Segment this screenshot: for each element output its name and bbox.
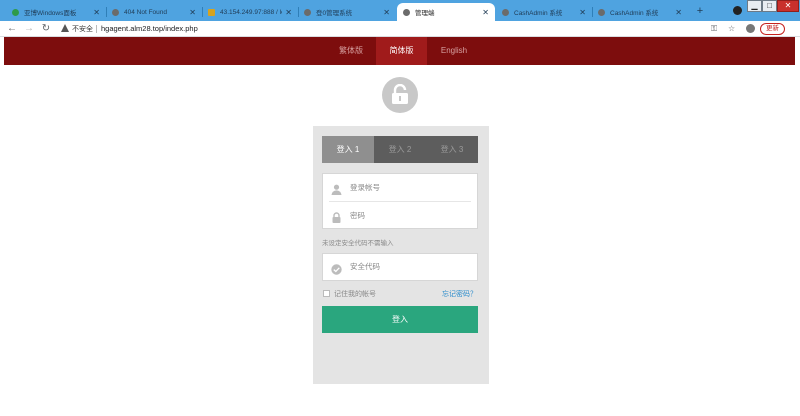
tab-login-3[interactable]: 登入 3 <box>426 136 478 163</box>
browser-tab[interactable]: CashAdmin 系统 ✕ <box>496 3 592 21</box>
close-tab-icon[interactable]: ✕ <box>189 8 196 17</box>
language-bar: 繁体版 简体版 English <box>4 37 795 65</box>
forgot-password-link[interactable]: 忘记密码？ <box>442 289 477 299</box>
update-button[interactable]: 更新 <box>760 23 785 35</box>
page-viewport: 繁体版 简体版 English 登入 1 登入 2 登入 3 登录帐号 密码 未… <box>4 37 795 416</box>
account-placeholder: 登录帐号 <box>350 183 380 192</box>
unlock-icon <box>382 77 418 113</box>
security-label[interactable]: 不安全 <box>72 24 93 34</box>
check-circle-icon <box>331 262 342 280</box>
browser-tab-strip: 亚博Windows面板 ✕ 404 Not Found ✕ 43.154.249… <box>0 0 800 21</box>
browser-tab[interactable]: CashAdmin 系统 ✕ <box>592 3 688 21</box>
warning-icon[interactable] <box>61 24 69 32</box>
globe-icon <box>403 8 410 16</box>
close-tab-icon[interactable]: ✕ <box>579 8 586 17</box>
browser-tab-title: 管理端 <box>415 10 435 17</box>
globe-icon <box>304 8 311 16</box>
star-icon[interactable]: ☆ <box>728 23 735 35</box>
browser-toolbar: ← → ↻ 不安全 hgagent.alm28.top/index.php ⚿ … <box>0 21 800 37</box>
globe-icon <box>502 8 509 16</box>
browser-tab[interactable]: 登0管理系统 ✕ <box>298 3 396 21</box>
remember-label[interactable]: 记住我的帐号 <box>334 289 376 299</box>
browser-tab-title: 登0管理系统 <box>316 10 353 17</box>
close-window-button[interactable]: ✕ <box>777 0 799 12</box>
user-icon <box>331 182 342 200</box>
login-panel: 登入 1 登入 2 登入 3 登录帐号 密码 未设定安全代码不需输入 安全代码 … <box>313 126 489 384</box>
password-placeholder: 密码 <box>350 211 365 220</box>
remember-checkbox[interactable] <box>323 290 330 297</box>
login-button[interactable]: 登入 <box>322 306 478 333</box>
language-simplified[interactable]: 简体版 <box>376 37 427 65</box>
security-code-placeholder: 安全代码 <box>350 262 380 271</box>
tab-login-2[interactable]: 登入 2 <box>374 136 426 163</box>
reload-icon[interactable]: ↻ <box>40 22 52 35</box>
lock-icon <box>331 210 342 228</box>
globe-icon <box>598 8 605 16</box>
globe-icon <box>112 8 119 16</box>
browser-tab[interactable]: 亚博Windows面板 ✕ <box>6 3 106 21</box>
close-tab-icon[interactable]: ✕ <box>482 8 489 17</box>
browser-tab-active[interactable]: 管理端 ✕ <box>397 3 495 21</box>
close-tab-icon[interactable]: ✕ <box>93 8 100 17</box>
minimize-button[interactable]: ▁ <box>747 0 762 12</box>
restore-button[interactable]: □ <box>762 0 777 12</box>
key-icon[interactable]: ⚿ <box>711 23 717 35</box>
security-code-field[interactable]: 安全代码 <box>322 253 478 281</box>
language-traditional[interactable]: 繁体版 <box>326 37 376 65</box>
shield-icon <box>12 8 19 16</box>
language-english[interactable]: English <box>431 37 477 65</box>
address-bar[interactable]: hgagent.alm28.top/index.php <box>101 24 198 33</box>
close-tab-icon[interactable]: ✕ <box>285 8 292 17</box>
browser-tab-title: CashAdmin 系统 <box>610 10 659 17</box>
browser-tab[interactable]: 43.154.249.97:888 / lo... ✕ <box>202 3 298 21</box>
close-tab-icon[interactable]: ✕ <box>675 8 682 17</box>
password-field[interactable]: 密码 <box>323 202 477 229</box>
close-tab-icon[interactable]: ✕ <box>383 8 390 17</box>
server-icon <box>208 8 215 16</box>
tab-login-1[interactable]: 登入 1 <box>322 136 374 163</box>
extension-icon[interactable] <box>733 6 742 15</box>
browser-tab-title: 404 Not Found <box>124 8 168 16</box>
new-tab-button[interactable]: + <box>694 4 706 18</box>
browser-tab-title: 亚博Windows面板 <box>24 10 77 17</box>
back-icon[interactable]: ← <box>6 22 18 35</box>
forward-icon[interactable]: → <box>23 22 35 35</box>
credentials-box: 登录帐号 密码 <box>322 173 478 229</box>
url-divider <box>96 25 97 33</box>
profile-avatar[interactable] <box>746 24 755 33</box>
security-code-note: 未设定安全代码不需输入 <box>322 240 394 247</box>
browser-tab[interactable]: 404 Not Found ✕ <box>106 3 202 21</box>
browser-tab-title: CashAdmin 系统 <box>514 10 563 17</box>
browser-tab-title: 43.154.249.97:888 / lo... <box>220 8 282 16</box>
account-field[interactable]: 登录帐号 <box>323 174 477 201</box>
